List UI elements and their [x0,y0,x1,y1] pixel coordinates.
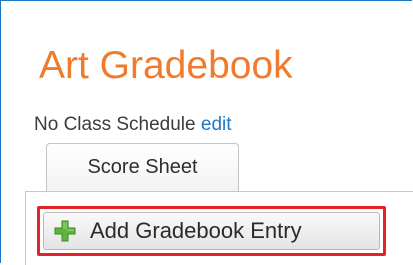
add-gradebook-entry-button[interactable]: Add Gradebook Entry [43,212,380,250]
tab-bar-divider [25,191,413,192]
page-title: Art Gradebook [39,44,293,87]
tab-label: Score Sheet [87,156,198,178]
plus-icon [54,220,76,242]
edit-schedule-link[interactable]: edit [201,114,232,135]
gradebook-panel: Art Gradebook No Class Schedule edit Sco… [0,0,413,265]
tab-panel-border [25,191,26,265]
add-entry-label: Add Gradebook Entry [90,218,302,243]
schedule-status-text: No Class Schedule [34,114,196,135]
add-entry-highlight: Add Gradebook Entry [37,206,386,256]
tab-score-sheet[interactable]: Score Sheet [46,143,239,191]
class-schedule-line: No Class Schedule edit [34,113,232,137]
